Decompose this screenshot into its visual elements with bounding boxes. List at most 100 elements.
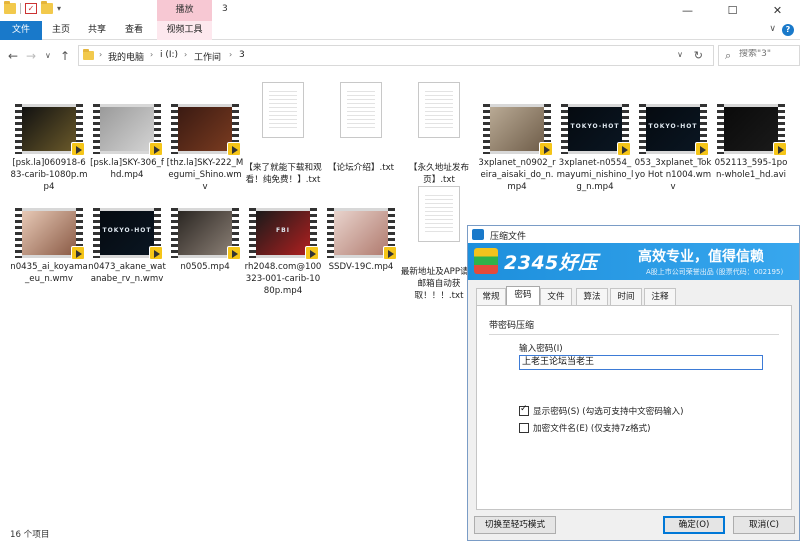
address-dropdown-icon[interactable]: ∨	[677, 50, 683, 59]
divider	[489, 334, 779, 335]
status-item-count: 16 个项目	[10, 530, 50, 540]
text-file-item[interactable]: 【论坛介绍】.txt	[322, 80, 400, 174]
text-document-icon	[262, 82, 304, 138]
encrypt-filenames-checkbox[interactable]	[519, 423, 529, 433]
video-file-item[interactable]: [psk.la]060918-683-carib-1080p.mp4	[10, 80, 88, 193]
tab-general[interactable]: 常规	[476, 288, 506, 305]
compress-dialog: 压缩文件 2345好压 高效专业，值得信赖 A股上市公司荣誉出品 (股票代码：0…	[467, 225, 800, 541]
up-button[interactable]: ↑	[60, 49, 70, 63]
video-file-item[interactable]: TOKYO-HOT 053_3xplanet_Tokyo Hot n1004.wm…	[634, 80, 712, 193]
show-password-label: 显示密码(S) (勾选可支持中文密码输入)	[533, 407, 684, 417]
breadcrumb-current[interactable]: 3	[239, 50, 245, 60]
minimize-button[interactable]: —	[665, 0, 710, 21]
video-file-item[interactable]: [thz.la]SKY-222_Megumi_Shino.wmv	[166, 80, 244, 193]
dialog-title: 压缩文件	[490, 232, 527, 242]
new-folder-icon[interactable]	[41, 1, 53, 14]
tab-comment[interactable]: 注释	[644, 288, 676, 305]
breadcrumb-drive[interactable]: i (I:)	[160, 50, 178, 60]
dialog-title-bar: 压缩文件	[468, 226, 799, 243]
video-file-item[interactable]: FBI rh2048.com@100323-001-carib-1080p.mp4	[244, 184, 322, 297]
file-name: [psk.la]SKY-306_fhd.mp4	[90, 158, 164, 180]
recent-locations-button[interactable]: ∨	[45, 51, 51, 60]
tab-file[interactable]: 文件	[0, 21, 42, 40]
video-file-item[interactable]: TOKYO-HOT n0473_akane_watanabe_rv_n.wmv	[88, 184, 166, 285]
tab-files[interactable]: 文件	[540, 288, 572, 305]
video-file-item[interactable]: SSDV-19C.mp4	[322, 184, 400, 273]
close-button[interactable]: ✕	[755, 0, 800, 21]
folder-icon	[83, 49, 94, 60]
password-panel: 带密码压缩 输入密码(I) 上老王论坛当老王 显示密码(S) (勾选可支持中文密…	[476, 305, 792, 510]
forward-button[interactable]: →	[26, 49, 36, 63]
tab-view[interactable]: 查看	[121, 21, 147, 40]
media-player-badge-icon	[227, 246, 241, 260]
breadcrumb-separator: ›	[150, 50, 154, 59]
customize-toolbar-icon[interactable]: ▾	[57, 4, 61, 13]
video-thumbnail: TOKYO-HOT	[93, 208, 163, 260]
frame-caption: TOKYO-HOT	[648, 123, 698, 130]
window-title: 3	[222, 4, 228, 14]
frame-caption: TOKYO-HOT	[102, 227, 152, 234]
maximize-button[interactable]: ☐	[710, 0, 755, 21]
search-box[interactable]: ⌕	[718, 45, 800, 66]
video-file-item[interactable]: n0435_ai_koyama_eu_n.wmv	[10, 184, 88, 285]
file-name: 【永久地址发布页】.txt	[408, 163, 470, 185]
media-player-badge-icon	[539, 142, 553, 156]
show-password-checkbox[interactable]	[519, 404, 529, 416]
video-file-item[interactable]: 3xplanet_n0902_reira_aisaki_do_n.mp4	[478, 80, 556, 193]
video-thumbnail	[93, 104, 163, 156]
password-input[interactable]: 上老王论坛当老王	[519, 355, 763, 370]
video-frame: TOKYO-HOT	[568, 107, 622, 151]
video-file-item[interactable]: [psk.la]SKY-306_fhd.mp4	[88, 80, 166, 181]
video-file-item[interactable]: TOKYO-HOT 3xplanet-n0554_mayumi_nishino_l…	[556, 80, 634, 193]
text-file-item[interactable]: 【来了就能下载和观看！纯免费！】.txt	[244, 80, 322, 186]
tab-algorithm[interactable]: 算法	[576, 288, 608, 305]
breadcrumb-separator: ›	[99, 50, 103, 59]
frame-caption: TOKYO-HOT	[570, 123, 620, 130]
film-strip	[249, 208, 256, 258]
refresh-icon[interactable]: ↻	[694, 49, 703, 62]
film-strip	[171, 104, 178, 154]
back-button[interactable]: ←	[8, 49, 18, 63]
media-player-badge-icon	[305, 246, 319, 260]
video-thumbnail	[15, 208, 85, 260]
tab-time[interactable]: 时间	[610, 288, 642, 305]
show-password-option[interactable]: 显示密码(S) (勾选可支持中文密码输入)	[519, 404, 684, 417]
video-file-item[interactable]: 052113_595-1pon-whole1_hd.avi	[712, 80, 790, 181]
breadcrumb-my-computer[interactable]: 我的电脑	[108, 50, 144, 63]
breadcrumb-workspace[interactable]: 工作间	[194, 50, 221, 63]
tab-video-tools[interactable]: 视频工具	[157, 21, 212, 40]
media-player-badge-icon	[773, 142, 787, 156]
video-frame	[22, 107, 76, 151]
cancel-button[interactable]: 取消(C)	[733, 516, 795, 534]
video-thumbnail	[717, 104, 787, 156]
tab-home[interactable]: 主页	[48, 21, 74, 40]
search-input[interactable]	[739, 49, 797, 59]
properties-icon[interactable]: ✓	[25, 3, 37, 14]
brand-slogan: 高效专业，值得信赖	[638, 249, 764, 265]
ok-button[interactable]: 确定(O)	[663, 516, 725, 534]
text-lines	[269, 91, 297, 131]
media-player-badge-icon	[383, 246, 397, 260]
media-player-badge-icon	[617, 142, 631, 156]
text-lines	[347, 91, 375, 131]
tab-share[interactable]: 共享	[84, 21, 110, 40]
video-frame	[490, 107, 544, 151]
film-strip	[717, 104, 724, 154]
film-strip	[561, 104, 568, 154]
ribbon-expand-icon[interactable]: ∨	[769, 24, 776, 34]
text-lines	[425, 91, 453, 131]
help-icon[interactable]: ?	[782, 24, 794, 36]
switch-lite-mode-button[interactable]: 切换至轻巧模式	[474, 516, 556, 534]
video-thumbnail	[327, 208, 397, 260]
folder-icon[interactable]	[4, 1, 16, 14]
tab-password[interactable]: 密码	[506, 286, 540, 306]
file-name: 3xplanet_n0902_reira_aisaki_do_n.mp4	[478, 158, 556, 192]
text-file-item[interactable]: 【永久地址发布页】.txt	[400, 80, 478, 186]
media-player-badge-icon	[149, 142, 163, 156]
file-name: n0505.mp4	[180, 262, 230, 272]
app-icon	[472, 229, 484, 240]
video-file-item[interactable]: n0505.mp4	[166, 184, 244, 273]
context-tab-group-label: 播放	[157, 0, 212, 21]
address-bar[interactable]: › 我的电脑 › i (I:) › 工作间 › 3 ∨ ↻	[78, 45, 714, 66]
encrypt-filenames-option[interactable]: 加密文件名(E) (仅支持7z格式)	[519, 422, 651, 434]
